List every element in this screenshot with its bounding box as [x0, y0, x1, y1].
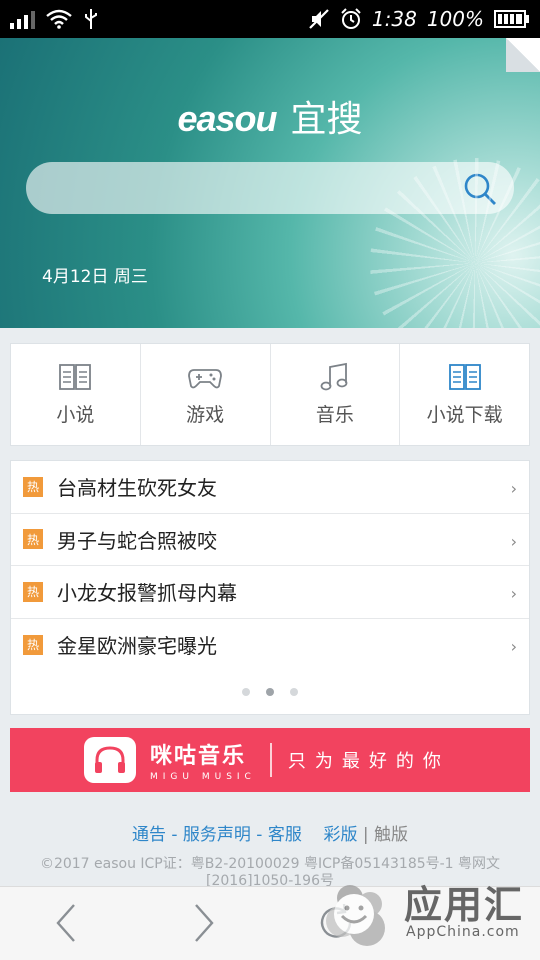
- mute-icon: [309, 9, 329, 29]
- category-grid: 小说 游戏 音乐 小说下载: [10, 343, 530, 446]
- logo-en: easou: [177, 98, 277, 139]
- category-novel-download[interactable]: 小说下载: [400, 344, 529, 445]
- headphones-icon: [84, 737, 136, 783]
- category-label: 小说: [56, 404, 95, 426]
- back-icon[interactable]: [46, 901, 90, 945]
- divider: [269, 743, 272, 777]
- appchina-watermark: 应用汇 AppChina.com: [308, 862, 540, 960]
- news-title: 男子与蛇合照被咬: [57, 528, 217, 553]
- chevron-right-icon: ›: [510, 636, 517, 656]
- chevron-right-icon: ›: [510, 479, 517, 498]
- battery-icon: [494, 10, 529, 28]
- news-title: 台高材生砍死女友: [57, 476, 217, 501]
- hot-badge: 热: [23, 581, 43, 602]
- list-item[interactable]: 热 男子与蛇合照被咬 ›: [11, 514, 529, 566]
- separator: |: [357, 825, 375, 845]
- separator: -: [250, 825, 268, 845]
- usb-icon: [85, 9, 97, 29]
- customer-service-link[interactable]: 客服: [268, 825, 302, 845]
- watermark-subtext: AppChina.com: [406, 924, 520, 940]
- pager-dot[interactable]: [290, 688, 298, 696]
- notice-link[interactable]: 通告: [132, 825, 166, 845]
- forward-icon[interactable]: [180, 901, 224, 945]
- hot-badge: 热: [23, 634, 43, 655]
- category-label: 游戏: [186, 404, 225, 426]
- banner-brand-en: MIGU MUSIC: [150, 772, 256, 782]
- banner-brand-cn: 咪咕音乐: [150, 744, 247, 769]
- pager-dot-active[interactable]: [266, 688, 274, 696]
- category-label: 音乐: [315, 404, 354, 426]
- category-novel[interactable]: 小说: [11, 344, 141, 445]
- watermark-text: 应用汇: [404, 883, 525, 927]
- search-input[interactable]: [46, 162, 446, 214]
- chevron-right-icon: ›: [510, 584, 517, 603]
- service-statement-link[interactable]: 服务声明: [183, 825, 251, 845]
- page-curl-icon[interactable]: [506, 38, 540, 72]
- migu-music-banner[interactable]: 咪咕音乐 MIGU MUSIC 只为最好的你: [10, 728, 530, 792]
- gamepad-icon: [188, 369, 223, 389]
- alarm-icon: [341, 8, 361, 29]
- book-icon: [448, 364, 481, 390]
- search-box: [26, 162, 514, 214]
- date-label: 4月12日 周三: [42, 267, 148, 287]
- status-bar: 1:38 100%: [0, 0, 540, 38]
- news-title: 金星欧洲豪宅曝光: [57, 634, 217, 659]
- news-title: 小龙女报警抓母内幕: [57, 581, 237, 606]
- banner-slogan: 只为最好的你: [287, 751, 450, 772]
- touch-version-link[interactable]: 触版: [374, 825, 408, 845]
- category-label: 小说下载: [426, 404, 503, 426]
- chevron-right-icon: ›: [510, 531, 517, 551]
- banner-brand: 咪咕音乐 MIGU MUSIC: [150, 738, 256, 782]
- music-note-icon: [320, 362, 348, 391]
- site-logo: easou 宜搜: [0, 90, 540, 142]
- battery-percent: 100%: [426, 7, 484, 31]
- list-item[interactable]: 热 金星欧洲豪宅曝光 ›: [11, 619, 529, 672]
- list-item[interactable]: 热 小龙女报警抓母内幕 ›: [11, 566, 529, 619]
- category-music[interactable]: 音乐: [271, 344, 401, 445]
- color-version-link[interactable]: 彩版: [323, 825, 357, 845]
- logo-cn: 宜搜: [290, 99, 363, 140]
- appchina-logo-icon: [326, 885, 385, 946]
- pager-dots: [11, 688, 529, 696]
- hot-badge: 热: [23, 476, 43, 497]
- pager-dot[interactable]: [242, 688, 250, 696]
- search-icon[interactable]: [462, 171, 498, 207]
- wifi-icon: [46, 9, 72, 29]
- status-time: 1:38: [371, 7, 417, 31]
- book-icon: [59, 364, 92, 390]
- list-item[interactable]: 热 台高材生砍死女友 ›: [11, 461, 529, 514]
- hot-badge: 热: [23, 529, 43, 550]
- footer-links: 通告 - 服务声明 - 客服 彩版 | 触版: [0, 820, 540, 845]
- category-games[interactable]: 游戏: [141, 344, 271, 445]
- hot-news-list: 热 台高材生砍死女友 › 热 男子与蛇合照被咬 › 热 小龙女报警抓母内幕 › …: [10, 460, 530, 715]
- hero-banner: easou 宜搜 4月12日 周三: [0, 38, 540, 328]
- signal-icon: [10, 9, 35, 29]
- separator: -: [165, 825, 183, 845]
